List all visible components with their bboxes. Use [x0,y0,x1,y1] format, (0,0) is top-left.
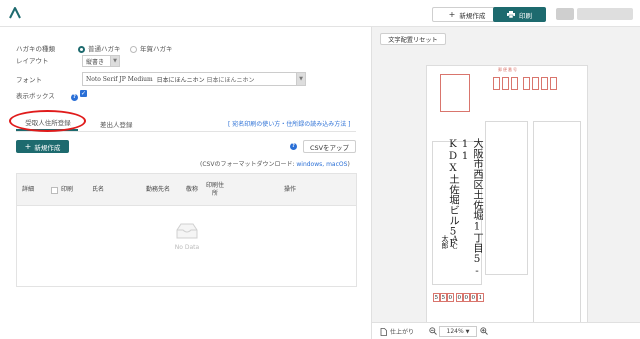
recipient-table: 詳細 印刷 氏名 勤務先名 敬称 印刷住所 操作 No Data [16,173,357,287]
finish-toggle[interactable]: 仕上がり [380,327,414,336]
preview-toolbar: 仕上がり 124% ▼ [372,322,640,339]
header-new-label: 新規作成 [459,11,486,20]
col-detail: 詳細 [21,186,34,193]
csv-upload-button[interactable]: CSVをアップ [303,140,356,153]
csv-format-links[interactable]: windows, macOS [296,161,347,168]
user-name-blurred[interactable] [577,8,633,20]
header-new-button[interactable]: + 新規作成 [432,7,502,22]
postal-digit-box [493,77,500,90]
zoom-in-button[interactable] [480,327,488,335]
postal-digit-box [523,77,530,90]
col-actions: 操作 [283,186,296,193]
display-box-checkbox[interactable]: ✓ [80,90,87,97]
csv-help-icon[interactable]: ? [290,143,297,150]
plus-icon: + [24,142,32,151]
empty-state: No Data [167,222,207,251]
top-bar: + 新規作成 印刷 [0,0,640,27]
sender-postal-digit: 0 [470,293,477,302]
table-header: 詳細 印刷 氏名 勤務先名 敬称 印刷住所 操作 [17,174,356,206]
col-honorific: 敬称 [185,186,198,193]
radio-normal[interactable]: 普通ハガキ [78,43,121,53]
sender-postal-digit: 0 [447,293,454,302]
recipient-name[interactable]: AC 太郎 [440,235,460,280]
sender-postal-digit: 5 [440,293,447,302]
radio-newyear[interactable]: 年賀ハガキ [130,43,173,53]
highlight-oval [9,110,86,132]
stamp-box [440,74,470,112]
radio-checked-icon [78,45,85,53]
zoom-in-icon [480,327,488,335]
info-icon[interactable]: ? [70,94,78,101]
csv-format-note: (CSVのフォーマットダウンロード: windows, macOS) [200,161,350,168]
tab-divider [16,131,356,132]
postcard-preview: 郵便番号 大阪市西区土佐堀1丁目5-11 KDX土佐堀ビル5F AC 太郎 5 5 … [426,65,588,337]
reset-layout-button[interactable]: 文字配置リセット [380,33,446,45]
printer-icon [507,11,515,18]
zoom-out-icon [429,327,437,335]
postal-digit-box [511,77,518,90]
font-label: フォント [16,76,42,84]
col-name: 氏名 [91,186,104,193]
postal-digit-box [550,77,557,90]
print-label: 印刷 [519,11,532,20]
zoom-select[interactable]: 124% ▼ [439,326,477,337]
app-logo-icon[interactable] [8,6,22,20]
add-recipient-button[interactable]: + 新規作成 [16,140,69,153]
postal-digit-box [532,77,539,90]
select-all-checkbox[interactable] [50,186,58,194]
postal-digit-box [541,77,548,90]
col-company: 勤務先名 [145,186,170,193]
print-button[interactable]: 印刷 [493,7,546,22]
layout-label: レイアウト [16,57,49,65]
zoom-out-button[interactable] [429,327,437,335]
sender-postal-digit: 5 [433,293,440,302]
address-guide-box [485,121,528,275]
empty-text: No Data [174,244,200,251]
settings-pane: ハガキの種類 普通ハガキ 年賀ハガキ レイアウト 縦書き ▼ フォント Noto… [0,27,370,339]
plus-icon: + [448,9,456,19]
inbox-icon [176,223,198,239]
layout-select[interactable]: 縦書き ▼ [82,55,120,67]
col-print: 印刷 [43,174,81,206]
radio-unchecked-icon [130,45,137,53]
display-box-label: 表示ボックス ? [16,90,78,101]
sender-postal-digit: 1 [477,293,484,302]
postal-digit-box [502,77,509,90]
col-print-address: 印刷住所 [205,182,224,197]
chevron-down-icon: ▼ [296,73,305,85]
sender-postal-digit: 0 [456,293,463,302]
address-guide-box [533,121,581,331]
postcard-type-label: ハガキの種類 [16,45,55,53]
user-avatar[interactable] [556,8,574,20]
postal-code-label: 郵便番号 [498,67,518,72]
font-select[interactable]: Noto Serif JP Medium 日本にほんニホン 日本にほんニホン ▼ [82,72,306,86]
tab-sender[interactable]: 差出人登録 [100,119,133,129]
chevron-down-icon: ▼ [465,328,470,335]
preview-pane: 文字配置リセット 郵便番号 大阪市西区土佐堀1丁目5-11 KDX土佐堀ビル5F … [371,27,640,339]
chevron-down-icon: ▼ [110,56,119,66]
sender-postal-digit: 0 [463,293,470,302]
help-link[interactable]: [ 宛名印刷の使い方・住所録の読み込み方法 ] [228,119,351,128]
document-icon [380,327,387,336]
